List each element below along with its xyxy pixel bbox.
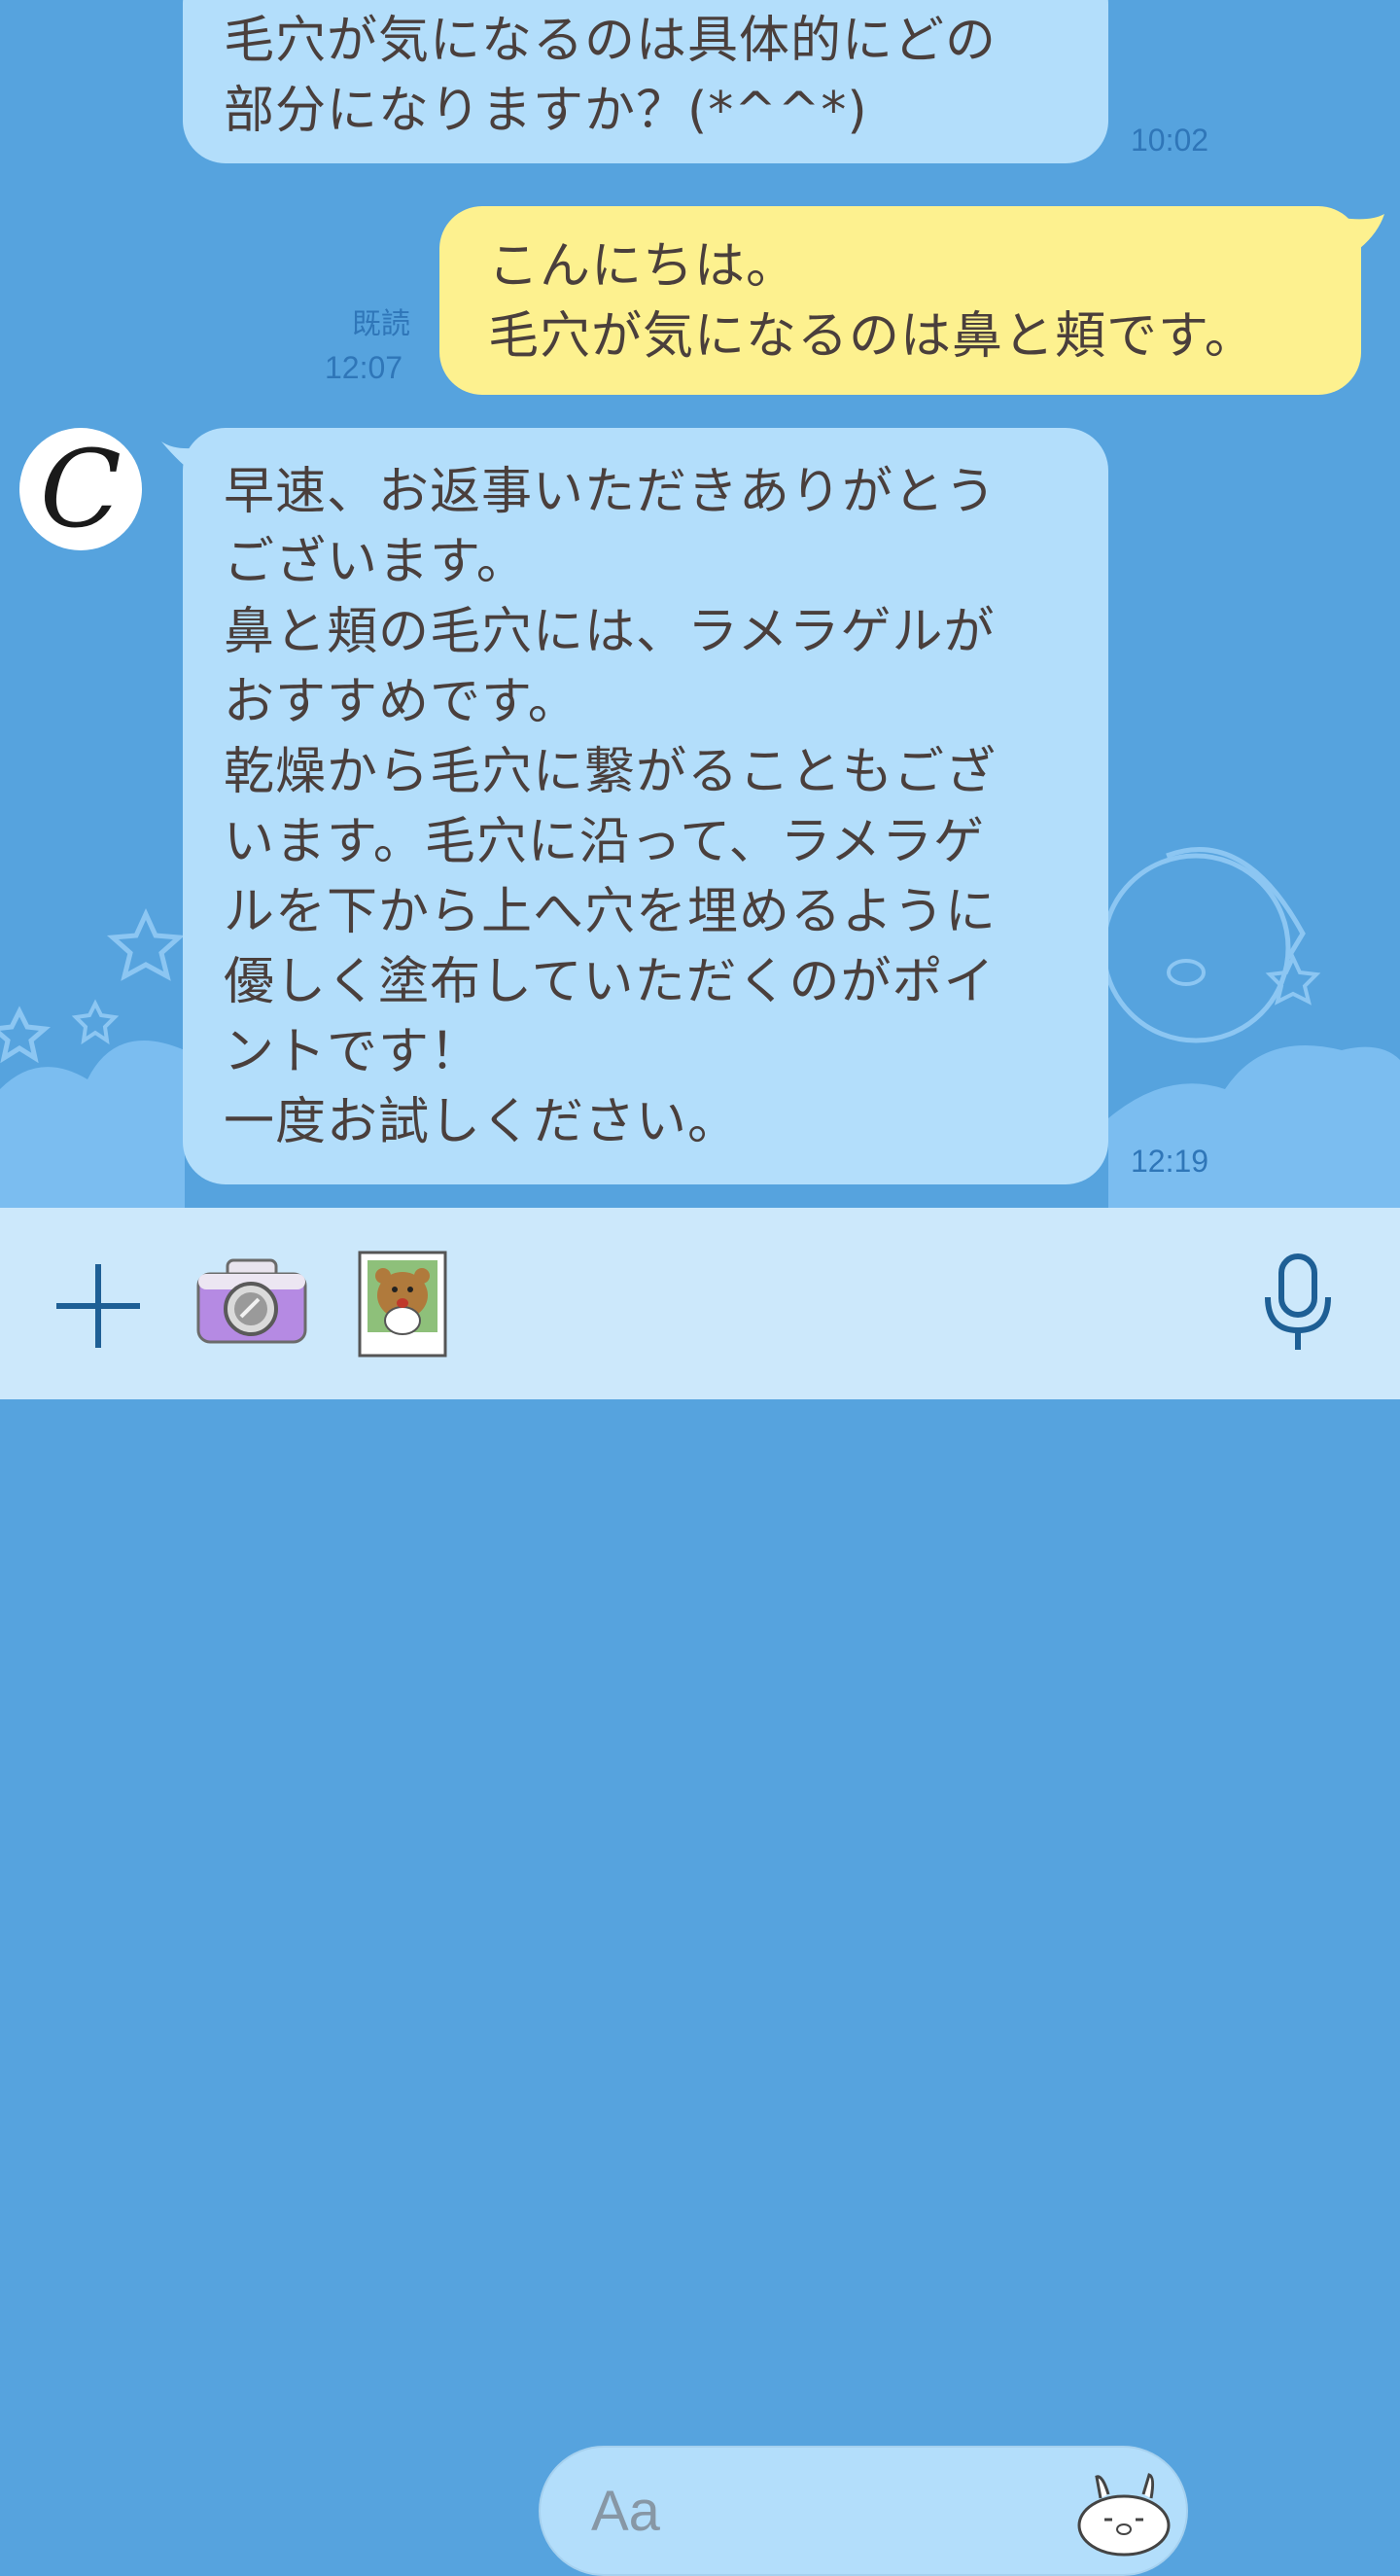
input-bar: Aa <box>0 1208 1400 2576</box>
message-line: ントです！ <box>224 1023 482 1081</box>
message-line: こんにちは。 <box>488 237 798 296</box>
message-line: 一度お試しください。 <box>224 1093 740 1151</box>
message-line: 毛穴が気になるのは具体的にどの <box>224 12 998 70</box>
message-line: 鼻と頬の毛穴には、ラメラゲルが <box>224 603 996 661</box>
message-line: ルを下から上へ穴を埋めるように <box>224 883 998 941</box>
read-receipt: 既読 <box>352 307 410 341</box>
photo-icon[interactable] <box>358 1251 447 1358</box>
avatar[interactable]: C <box>19 428 142 550</box>
sticker-icon[interactable] <box>1075 2471 1174 2558</box>
message-bubble-incoming[interactable]: 毛穴が気になるのは具体的にどの 部分になりますか？(*^^*) <box>183 0 1108 163</box>
chat-area[interactable]: 毛穴が気になるのは具体的にどの 部分になりますか？(*^^*) 10:02 こん… <box>0 0 1400 1208</box>
message-bubble-outgoing[interactable]: こんにちは。 毛穴が気になるのは鼻と頬です。 <box>439 206 1361 395</box>
message-time: 12:19 <box>1131 1144 1209 1179</box>
microphone-icon[interactable] <box>1262 1253 1334 1354</box>
plus-icon[interactable] <box>54 1262 142 1350</box>
message-line: 優しく塗布していただくのがポイ <box>224 953 996 1011</box>
message-line: 部分になりますか？(*^^*) <box>224 82 868 140</box>
avatar-letter: C <box>39 427 122 551</box>
message-line: 早速、お返事いただきありがとう <box>224 463 998 521</box>
message-line: ございます。 <box>224 533 528 591</box>
message-time: 10:02 <box>1131 123 1209 158</box>
message-time: 12:07 <box>325 350 403 385</box>
message-input[interactable]: Aa <box>539 2446 1188 2576</box>
message-input-placeholder: Aa <box>591 2480 660 2543</box>
message-line: おすすめです。 <box>224 673 579 731</box>
camera-icon[interactable] <box>194 1258 309 1346</box>
message-line: います。毛穴に沿って、ラメラゲ <box>224 813 986 871</box>
message-bubble-incoming[interactable]: 早速、お返事いただきありがとう ございます。 鼻と頬の毛穴には、ラメラゲルが お… <box>183 428 1108 1184</box>
message-line: 毛穴が気になるのは鼻と頬です。 <box>488 307 1256 366</box>
message-line: 乾燥から毛穴に繋がることもござ <box>224 743 998 801</box>
